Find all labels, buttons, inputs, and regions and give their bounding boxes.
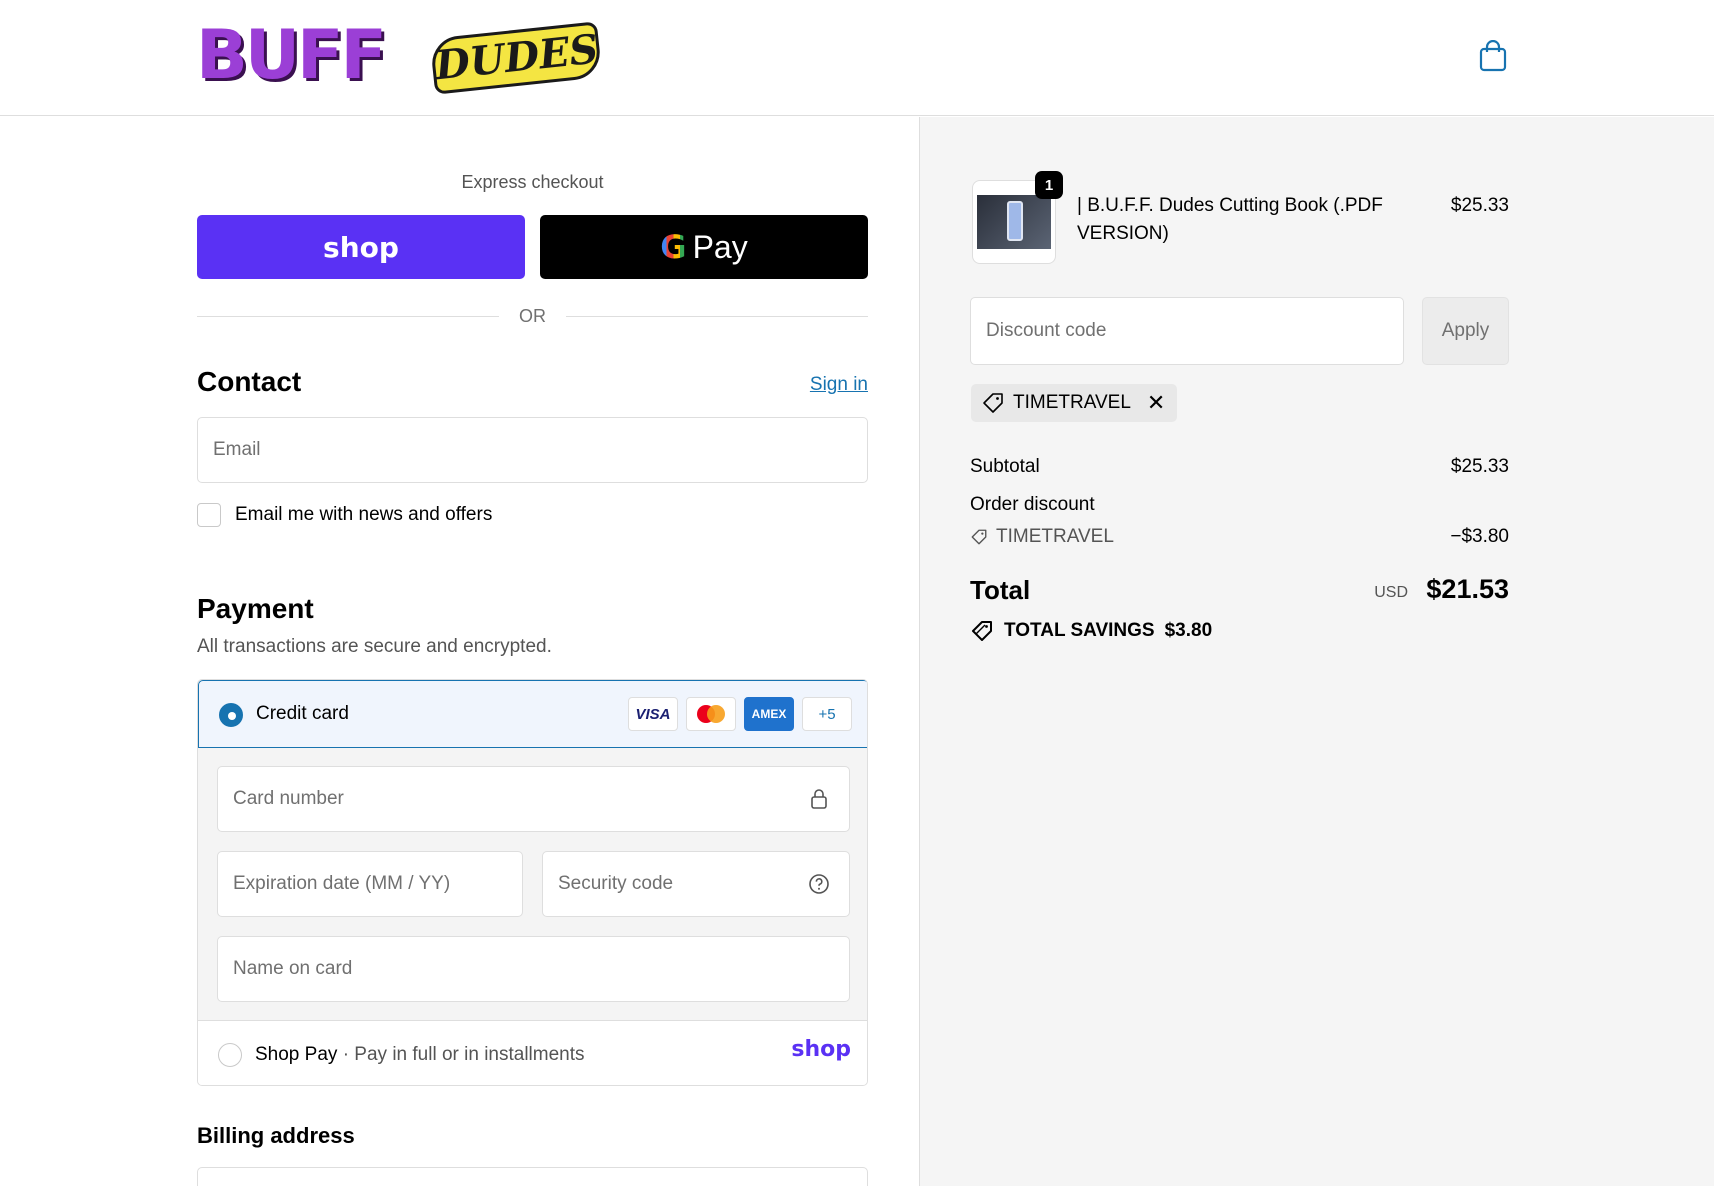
discount-value: −$3.80 [1450, 526, 1509, 547]
shop-pay-radio[interactable] [218, 1043, 242, 1067]
visa-icon: VISA [628, 697, 678, 731]
country-region-select[interactable] [197, 1167, 868, 1186]
shop-pay-option[interactable]: Shop Pay · Pay in full or in installment… [198, 1020, 867, 1085]
shopping-bag-icon[interactable] [1478, 40, 1508, 72]
discount-code-label: TIMETRAVEL [996, 526, 1114, 547]
total-value: $21.53 [1426, 574, 1509, 604]
mastercard-icon [686, 697, 736, 731]
billing-address-title: Billing address [197, 1123, 355, 1148]
remove-discount-icon[interactable]: ✕ [1139, 392, 1165, 414]
expiration-date-field[interactable] [217, 851, 523, 917]
contact-title: Contact [197, 366, 302, 397]
shop-pay-sublabel: Pay in full or in installments [354, 1044, 585, 1065]
newsletter-label: Email me with news and offers [235, 504, 493, 525]
order-summary-panel [919, 117, 1714, 1186]
help-circle-icon[interactable] [808, 873, 830, 895]
newsletter-option[interactable]: Email me with news and offers [197, 503, 492, 527]
logo-text-secondary: DUDES [429, 21, 603, 95]
name-on-card-field[interactable] [217, 936, 850, 1002]
apply-discount-button[interactable]: Apply [1422, 297, 1509, 365]
product-price: $25.33 [1450, 195, 1509, 216]
payment-title: Payment [197, 593, 314, 624]
shop-pay-express-button[interactable]: shop [197, 215, 525, 279]
savings-value: $3.80 [1164, 620, 1213, 641]
discount-code-row: TIMETRAVEL [970, 526, 1114, 548]
google-pay-button[interactable]: G Pay [540, 215, 868, 279]
credit-card-option[interactable]: Credit card VISA AMEX +5 [198, 680, 867, 748]
more-brands-badge: +5 [802, 697, 852, 731]
discount-code-field[interactable] [970, 297, 1404, 365]
newsletter-checkbox[interactable] [197, 503, 221, 527]
google-g-icon: G [660, 228, 687, 266]
subtotal-value: $25.33 [1450, 456, 1509, 477]
tag-icon [983, 393, 1003, 413]
logo-text-main: BUFF [196, 16, 387, 95]
email-field[interactable] [197, 417, 868, 483]
order-discount-label: Order discount [970, 494, 1095, 515]
total-savings: TOTAL SAVINGS $3.80 [970, 619, 1212, 643]
phone-image [1007, 201, 1023, 241]
site-header: BUFF DUDES [0, 0, 1714, 116]
security-code-field[interactable] [542, 851, 850, 917]
brand-logo[interactable]: BUFF DUDES [196, 16, 603, 95]
savings-tag-icon [972, 621, 992, 641]
payment-methods: Credit card VISA AMEX +5 Shop Pay · [197, 679, 868, 1086]
or-divider: OR [197, 304, 868, 328]
or-label: OR [503, 306, 562, 326]
lock-icon [811, 789, 827, 809]
express-checkout-title: Express checkout [461, 172, 604, 192]
amex-icon: AMEX [744, 697, 794, 731]
shop-pay-logo: shop [791, 1037, 851, 1062]
credit-card-radio[interactable] [219, 703, 243, 727]
applied-discount-code: TIMETRAVEL [1013, 392, 1131, 413]
google-pay-label: Pay [692, 228, 748, 265]
subtotal-label: Subtotal [970, 456, 1040, 477]
quantity-badge: 1 [1035, 171, 1063, 199]
currency-code: USD [1374, 584, 1408, 601]
tag-icon [971, 529, 987, 545]
total-label: Total [970, 575, 1031, 605]
credit-card-label: Credit card [256, 703, 349, 724]
savings-label: TOTAL SAVINGS [1004, 620, 1155, 641]
payment-subtitle: All transactions are secure and encrypte… [197, 636, 552, 657]
sign-in-link[interactable]: Sign in [810, 374, 868, 396]
applied-discount-chip: TIMETRAVEL ✕ [971, 384, 1178, 422]
shop-pay-label: Shop Pay [255, 1044, 338, 1065]
product-name: | B.U.F.F. Dudes Cutting Book (.PDF VERS… [1077, 195, 1383, 244]
card-number-field[interactable] [217, 766, 850, 832]
